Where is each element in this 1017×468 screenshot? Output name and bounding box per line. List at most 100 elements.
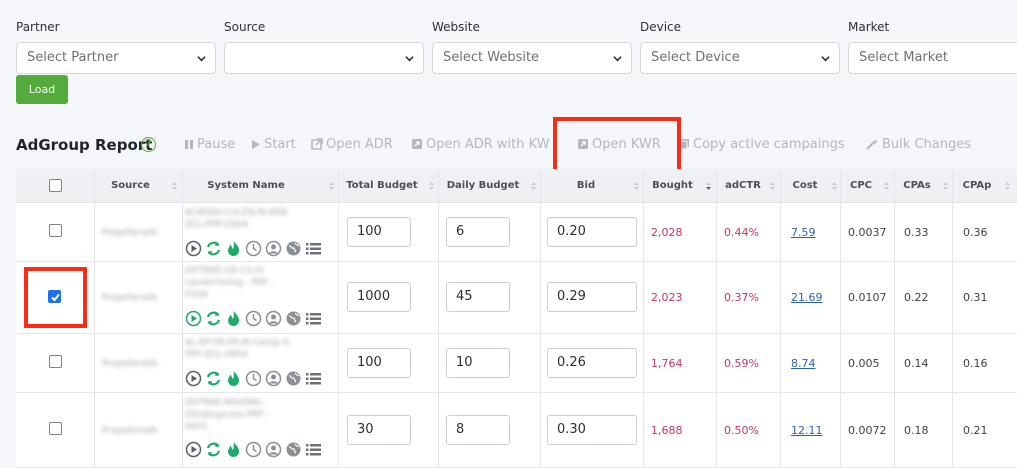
bid-input[interactable]: 0.30 [547, 415, 637, 445]
daily-budget-input[interactable]: 10 [446, 348, 510, 378]
daily-budget-input[interactable]: 8 [446, 415, 510, 445]
globe-icon[interactable] [285, 240, 302, 257]
sort-icon[interactable] [429, 181, 434, 191]
bid-input[interactable]: 0.20 [547, 217, 637, 247]
system-name-line: PPP-ZCL-0904 [185, 350, 248, 360]
total-budget-input[interactable]: 100 [347, 217, 411, 247]
header-cpas[interactable]: CPAs [896, 169, 938, 203]
cpap-cell: 0.21 [963, 424, 988, 437]
sync-icon[interactable] [205, 240, 222, 257]
partner-filter: Partner Select Partner [16, 20, 216, 74]
sort-icon[interactable] [634, 181, 639, 191]
sort-desc-icon[interactable] [706, 181, 711, 191]
sort-icon[interactable] [943, 181, 948, 191]
system-name-line: DSTRKE-GE-CS-KI [185, 266, 265, 276]
header-cost[interactable]: Cost [782, 169, 828, 203]
open-adr-button[interactable]: Open ADR [311, 137, 393, 153]
play-circle-icon[interactable] [185, 240, 202, 257]
header-bought[interactable]: Bought [645, 169, 700, 203]
market-select[interactable]: Select Market [848, 42, 1017, 74]
cost-link[interactable]: 7.59 [791, 226, 816, 240]
cpap-cell: 0.36 [963, 226, 988, 239]
header-adctr[interactable]: adCTR [718, 169, 768, 203]
fire-icon[interactable] [225, 441, 242, 458]
load-button[interactable]: Load [16, 75, 68, 104]
adctr-cell: 0.37% [724, 291, 759, 304]
bid-input[interactable]: 0.29 [547, 282, 637, 312]
play-circle-icon[interactable] [185, 441, 202, 458]
website-select[interactable]: Select Website [432, 42, 632, 74]
header-cpc[interactable]: CPC [842, 169, 880, 203]
clock-icon[interactable] [245, 441, 262, 458]
header-daily-budget[interactable]: Daily Budget [440, 169, 526, 203]
bid-input[interactable]: 0.26 [547, 348, 637, 378]
list-icon[interactable] [305, 370, 322, 387]
help-icon[interactable]: ? [141, 137, 156, 152]
clock-icon[interactable] [245, 310, 262, 327]
sort-icon[interactable] [770, 181, 775, 191]
header-total-budget[interactable]: Total Budget [340, 169, 424, 203]
sort-icon[interactable] [329, 181, 334, 191]
fire-icon[interactable] [225, 240, 242, 257]
sort-icon[interactable] [1005, 181, 1010, 191]
total-budget-input[interactable]: 100 [347, 348, 411, 378]
row-checkbox[interactable] [49, 355, 62, 368]
cpas-cell: 0.18 [904, 424, 929, 437]
header-cpap[interactable]: CPAp [954, 169, 1000, 203]
cost-link[interactable]: 21.69 [791, 291, 823, 305]
user-circle-icon[interactable] [265, 310, 282, 327]
user-circle-icon[interactable] [265, 240, 282, 257]
total-budget-input[interactable]: 30 [347, 415, 411, 445]
list-icon[interactable] [305, 240, 322, 257]
source-filter: Source [224, 20, 424, 74]
user-circle-icon[interactable] [265, 370, 282, 387]
user-circle-icon[interactable] [265, 441, 282, 458]
globe-icon[interactable] [285, 370, 302, 387]
sort-icon[interactable] [172, 181, 177, 191]
sync-icon[interactable] [205, 310, 222, 327]
total-budget-input[interactable]: 1000 [347, 282, 411, 312]
list-icon[interactable] [305, 310, 322, 327]
sort-icon[interactable] [531, 181, 536, 191]
bulk-changes-button[interactable]: Bulk Changes [866, 137, 971, 153]
fire-icon[interactable] [225, 310, 242, 327]
pause-label: Pause [197, 137, 236, 152]
header-bid[interactable]: Bid [542, 169, 630, 203]
play-circle-icon[interactable] [185, 310, 202, 327]
source-select[interactable] [224, 42, 424, 74]
sort-icon[interactable] [832, 181, 837, 191]
cost-link[interactable]: 12.11 [791, 424, 823, 438]
fire-icon[interactable] [225, 370, 242, 387]
sync-icon[interactable] [205, 370, 222, 387]
bought-cell: 2,023 [651, 291, 683, 304]
header-system-name[interactable]: System Name [184, 169, 308, 203]
clock-icon[interactable] [245, 240, 262, 257]
cost-link[interactable]: 8.74 [791, 357, 816, 371]
open-adr-label: Open ADR [326, 137, 393, 152]
sort-icon[interactable] [884, 181, 889, 191]
daily-budget-input[interactable]: 6 [446, 217, 510, 247]
action-icons [185, 441, 325, 458]
daily-budget-input[interactable]: 45 [446, 282, 510, 312]
sync-icon[interactable] [205, 441, 222, 458]
pause-button[interactable]: Pause [184, 137, 235, 153]
globe-icon[interactable] [285, 310, 302, 327]
device-select[interactable]: Select Device [640, 42, 840, 74]
list-icon[interactable] [305, 441, 322, 458]
open-adr-kw-button[interactable]: Open ADR with KW [411, 137, 550, 153]
table-row: Propellerads AL-EP-FR-FR-M-Camp-S- PPP-Z… [16, 334, 1017, 393]
row-checkbox[interactable] [49, 422, 62, 435]
partner-label: Partner [16, 20, 60, 34]
system-name-line: 0304 [185, 290, 208, 300]
play-circle-icon[interactable] [185, 370, 202, 387]
select-all-checkbox[interactable] [49, 179, 62, 192]
row-checkbox[interactable] [49, 224, 62, 237]
start-button[interactable]: Start [251, 137, 296, 153]
clock-icon[interactable] [245, 370, 262, 387]
copy-active-button[interactable]: Copy active campaings [678, 137, 845, 153]
copy-active-label: Copy active campaings [693, 137, 845, 152]
partner-select[interactable]: Select Partner [16, 42, 216, 74]
source-cell: Propellerads [102, 359, 158, 369]
header-source[interactable]: Source [94, 169, 167, 203]
globe-icon[interactable] [285, 441, 302, 458]
